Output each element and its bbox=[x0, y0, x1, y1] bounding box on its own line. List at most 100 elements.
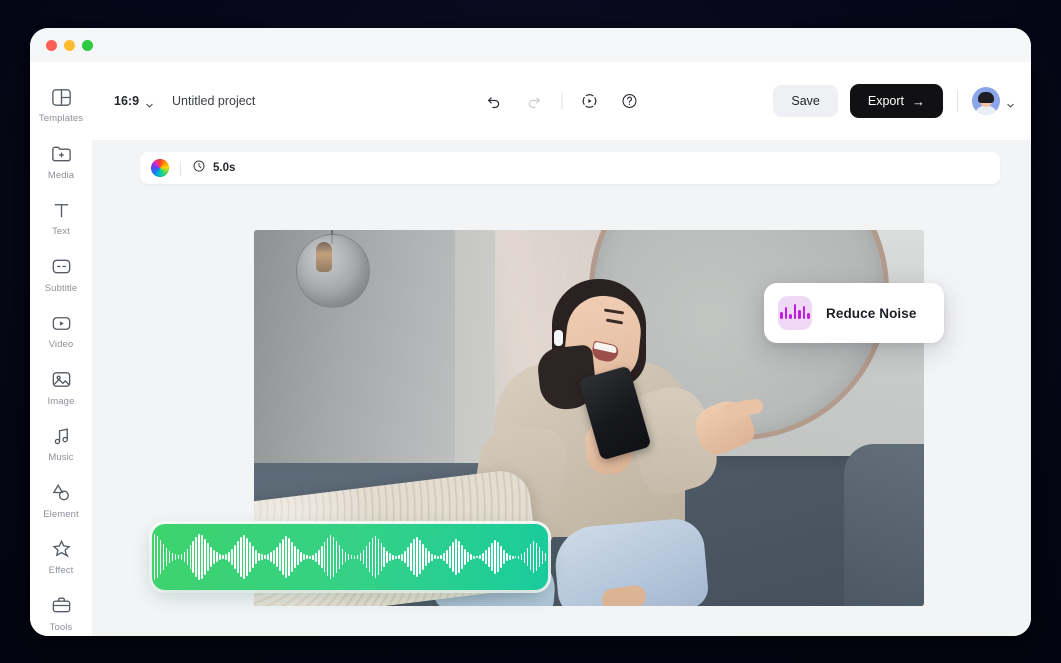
waveform-bar bbox=[413, 539, 416, 575]
tools-briefcase-icon bbox=[48, 593, 74, 619]
waveform-bar bbox=[320, 546, 323, 568]
waveform-bar bbox=[538, 547, 541, 567]
waveform-bar bbox=[526, 548, 529, 566]
waveform-bar bbox=[422, 544, 424, 570]
waveform-bar bbox=[356, 555, 359, 559]
sidebar-item-image[interactable]: Image bbox=[33, 367, 89, 407]
waveform-bar bbox=[365, 546, 368, 568]
image-icon bbox=[48, 367, 74, 393]
chevron-down-icon bbox=[1006, 97, 1015, 108]
waveform-bar bbox=[437, 555, 439, 559]
project-name[interactable]: Untitled project bbox=[172, 94, 255, 108]
sidebar-item-effect[interactable]: Effect bbox=[33, 536, 89, 576]
sidebar-item-subtitle[interactable]: Subtitle bbox=[33, 254, 89, 294]
sidebar-item-media[interactable]: Media bbox=[33, 141, 89, 181]
sidebar-item-video[interactable]: Video bbox=[33, 310, 89, 350]
duration-control[interactable]: 5.0s bbox=[192, 159, 235, 178]
waveform-bar bbox=[282, 539, 284, 575]
waveform-bar bbox=[446, 550, 448, 564]
waveform-bar bbox=[153, 534, 156, 580]
maximize-window-button[interactable] bbox=[82, 39, 93, 51]
waveform-bar bbox=[177, 555, 180, 559]
waveform-bar bbox=[273, 550, 275, 564]
waveform-bar bbox=[308, 555, 311, 559]
account-menu[interactable] bbox=[972, 87, 1015, 115]
save-button[interactable]: Save bbox=[773, 85, 838, 117]
waveform-bar bbox=[174, 554, 177, 560]
waveform-bar bbox=[255, 550, 257, 564]
waveform-bar bbox=[305, 555, 308, 559]
aspect-ratio-value: 16:9 bbox=[114, 94, 140, 108]
waveform-bar bbox=[496, 542, 499, 572]
waveform-bar bbox=[383, 547, 386, 567]
waveform-bars bbox=[152, 534, 548, 580]
sidebar-item-music[interactable]: Music bbox=[33, 423, 89, 463]
waveform-bar bbox=[416, 537, 418, 577]
effect-sparkle-icon bbox=[48, 536, 74, 562]
sidebar-item-element[interactable]: Element bbox=[33, 480, 89, 520]
waveform-bar bbox=[461, 545, 463, 569]
color-wheel-icon[interactable] bbox=[151, 159, 169, 177]
waveform-bar bbox=[210, 547, 213, 567]
waveform-bar bbox=[159, 540, 162, 574]
waveform-bar bbox=[156, 536, 159, 578]
aspect-ratio-selector[interactable]: 16:9 bbox=[114, 94, 154, 108]
waveform-bar bbox=[228, 552, 230, 562]
reduce-noise-label: Reduce Noise bbox=[826, 305, 917, 321]
minimize-window-button[interactable] bbox=[64, 39, 75, 51]
avatar bbox=[972, 87, 1000, 115]
redo-icon[interactable] bbox=[521, 88, 547, 114]
waveform-bar bbox=[428, 551, 430, 563]
waveform-bar bbox=[476, 556, 478, 558]
close-window-button[interactable] bbox=[46, 39, 57, 51]
waveform-bar bbox=[326, 538, 329, 576]
waveform-bar bbox=[395, 555, 398, 559]
preview-play-icon[interactable] bbox=[576, 88, 602, 114]
sidebar-item-label: Element bbox=[43, 508, 79, 520]
templates-icon bbox=[48, 84, 74, 110]
waveform-bar bbox=[311, 554, 314, 560]
avatar-body bbox=[975, 106, 997, 115]
waveform-bar bbox=[168, 551, 171, 563]
waveform-bar bbox=[192, 541, 195, 573]
waveform-bar bbox=[541, 550, 544, 564]
waveform-bar bbox=[299, 552, 302, 562]
waveform-bar bbox=[386, 551, 389, 563]
waveform-bar bbox=[499, 546, 502, 568]
waveform-bar bbox=[252, 546, 254, 568]
waveform-bar bbox=[464, 549, 466, 565]
chevron-down-icon bbox=[145, 97, 154, 108]
waveform-bar bbox=[243, 535, 245, 579]
waveform-bar bbox=[264, 555, 266, 559]
sidebar-item-label: Text bbox=[52, 226, 70, 237]
sidebar-item-tools[interactable]: Tools bbox=[33, 593, 89, 633]
properties-divider bbox=[180, 160, 181, 176]
waveform-bar bbox=[508, 554, 511, 560]
waveform-bar bbox=[350, 555, 353, 559]
sidebar-item-templates[interactable]: Templates bbox=[33, 84, 89, 124]
waveform-bar bbox=[293, 546, 296, 568]
waveform-bar bbox=[452, 542, 454, 572]
audio-waveform-clip[interactable] bbox=[152, 524, 548, 590]
waveform-bar bbox=[440, 555, 442, 559]
window-titlebar bbox=[30, 28, 1031, 62]
waveform-bar bbox=[323, 542, 326, 572]
waveform-bar bbox=[171, 553, 174, 561]
reduce-noise-card[interactable]: Reduce Noise bbox=[764, 283, 944, 343]
waveform-bar bbox=[434, 555, 436, 559]
help-question-icon[interactable] bbox=[616, 88, 642, 114]
waveform-bar bbox=[279, 543, 281, 571]
sidebar-item-label: Tools bbox=[49, 621, 73, 633]
waveform-bar bbox=[481, 553, 484, 561]
element-shapes-icon bbox=[48, 480, 74, 506]
editor-header: 16:9 Untitled project Save Export → bbox=[92, 62, 1031, 140]
toolbar-divider bbox=[561, 92, 562, 110]
waveform-bar bbox=[347, 554, 350, 560]
undo-icon[interactable] bbox=[481, 88, 507, 114]
waveform-bar bbox=[389, 553, 392, 561]
export-button[interactable]: Export → bbox=[849, 84, 943, 118]
sidebar-item-text[interactable]: Text bbox=[33, 197, 89, 237]
waveform-bar bbox=[285, 536, 287, 578]
music-note-icon bbox=[48, 423, 74, 449]
waveform-bar bbox=[467, 552, 469, 562]
